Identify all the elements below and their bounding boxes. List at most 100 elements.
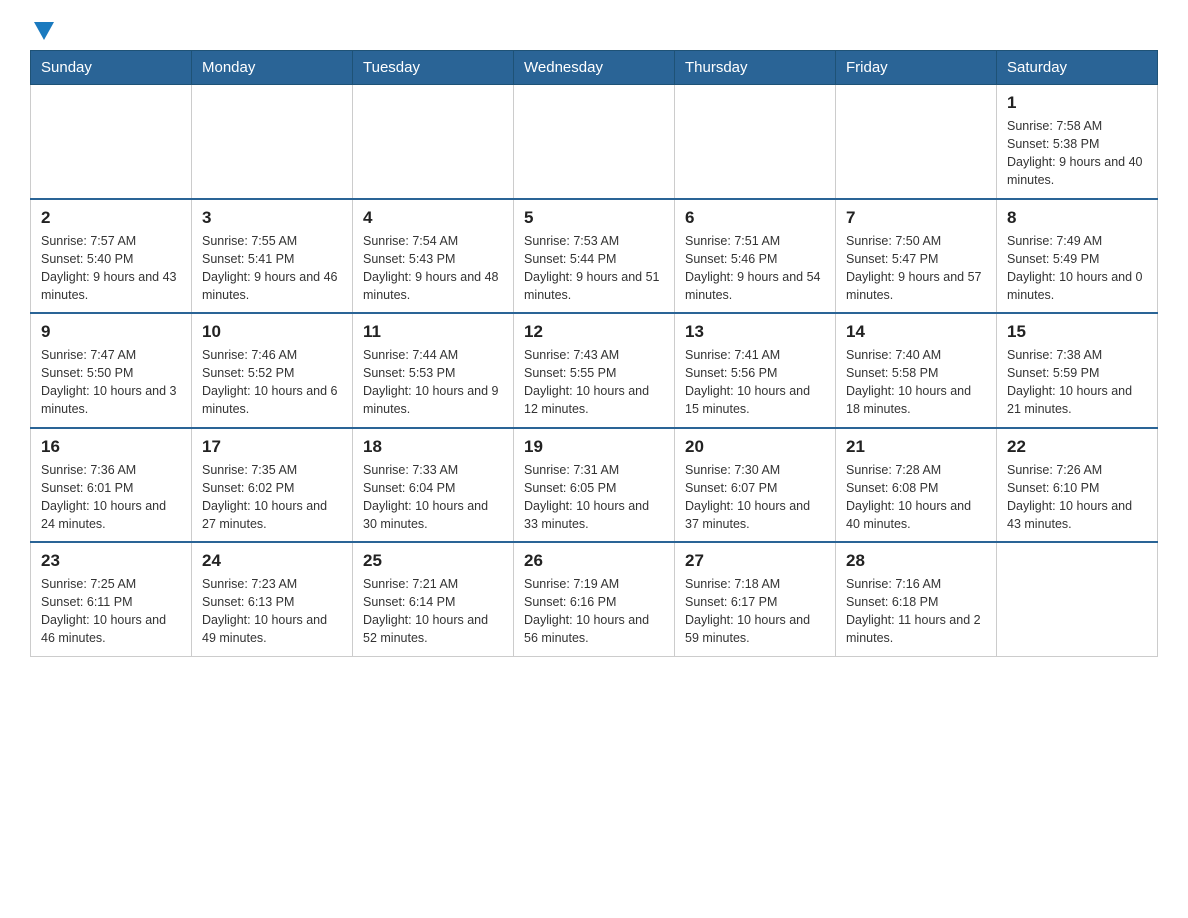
calendar-body: 1Sunrise: 7:58 AM Sunset: 5:38 PM Daylig… — [31, 85, 1158, 657]
calendar-day-cell — [353, 85, 514, 199]
calendar-day-cell: 20 Sunrise: 7:30 AM Sunset: 6:07 PM Dayli… — [675, 428, 836, 543]
day-number: 26 — [524, 551, 664, 571]
calendar-day-cell: 14Sunrise: 7:40 AM Sunset: 5:58 PM Dayli… — [836, 313, 997, 428]
day-info: Sunrise: 7:18 AM Sunset: 6:17 PM Dayligh… — [685, 575, 825, 648]
day-number: 23 — [41, 551, 181, 571]
day-info: Sunrise: 7:47 AM Sunset: 5:50 PM Dayligh… — [41, 346, 181, 419]
day-number: 9 — [41, 322, 181, 342]
day-number: 5 — [524, 208, 664, 228]
calendar-day-cell: 16 Sunrise: 7:36 AM Sunset: 6:01 PM Dayli… — [31, 428, 192, 543]
calendar-day-cell: 24 Sunrise: 7:23 AM Sunset: 6:13 PM Dayli… — [192, 542, 353, 656]
day-number: 21 — [846, 437, 986, 457]
calendar-day-cell: 5 Sunrise: 7:53 AM Sunset: 5:44 PM Daylig… — [514, 199, 675, 314]
day-info: Sunrise: 7:46 AM Sunset: 5:52 PM Dayligh… — [202, 346, 342, 419]
day-number: 4 — [363, 208, 503, 228]
calendar-week-row: 1Sunrise: 7:58 AM Sunset: 5:38 PM Daylig… — [31, 85, 1158, 199]
days-of-week-row: SundayMondayTuesdayWednesdayThursdayFrid… — [31, 51, 1158, 85]
day-number: 28 — [846, 551, 986, 571]
calendar-header: SundayMondayTuesdayWednesdayThursdayFrid… — [31, 51, 1158, 85]
day-number: 11 — [363, 322, 503, 342]
day-info: Sunrise: 7:21 AM Sunset: 6:14 PM Dayligh… — [363, 575, 503, 648]
day-info: Sunrise: 7:26 AM Sunset: 6:10 PM Dayligh… — [1007, 461, 1147, 534]
day-number: 6 — [685, 208, 825, 228]
day-info: Sunrise: 7:28 AM Sunset: 6:08 PM Dayligh… — [846, 461, 986, 534]
calendar-day-cell: 2 Sunrise: 7:57 AM Sunset: 5:40 PM Daylig… — [31, 199, 192, 314]
calendar-day-cell: 12 Sunrise: 7:43 AM Sunset: 5:55 PM Dayli… — [514, 313, 675, 428]
day-of-week-header: Friday — [836, 51, 997, 85]
day-number: 10 — [202, 322, 342, 342]
calendar-day-cell: 9 Sunrise: 7:47 AM Sunset: 5:50 PM Daylig… — [31, 313, 192, 428]
calendar-day-cell: 19 Sunrise: 7:31 AM Sunset: 6:05 PM Dayli… — [514, 428, 675, 543]
day-number: 15 — [1007, 322, 1147, 342]
calendar-day-cell: 13 Sunrise: 7:41 AM Sunset: 5:56 PM Dayli… — [675, 313, 836, 428]
day-of-week-header: Saturday — [997, 51, 1158, 85]
calendar-day-cell: 3 Sunrise: 7:55 AM Sunset: 5:41 PM Daylig… — [192, 199, 353, 314]
day-info: Sunrise: 7:49 AM Sunset: 5:49 PM Dayligh… — [1007, 232, 1147, 305]
day-info: Sunrise: 7:35 AM Sunset: 6:02 PM Dayligh… — [202, 461, 342, 534]
day-of-week-header: Monday — [192, 51, 353, 85]
day-info: Sunrise: 7:25 AM Sunset: 6:11 PM Dayligh… — [41, 575, 181, 648]
calendar-day-cell: 17 Sunrise: 7:35 AM Sunset: 6:02 PM Dayli… — [192, 428, 353, 543]
calendar-table: SundayMondayTuesdayWednesdayThursdayFrid… — [30, 50, 1158, 657]
day-number: 18 — [363, 437, 503, 457]
day-info: Sunrise: 7:43 AM Sunset: 5:55 PM Dayligh… — [524, 346, 664, 419]
day-info: Sunrise: 7:38 AM Sunset: 5:59 PM Dayligh… — [1007, 346, 1147, 419]
day-info: Sunrise: 7:53 AM Sunset: 5:44 PM Dayligh… — [524, 232, 664, 305]
calendar-day-cell: 10 Sunrise: 7:46 AM Sunset: 5:52 PM Dayli… — [192, 313, 353, 428]
day-of-week-header: Wednesday — [514, 51, 675, 85]
calendar-day-cell — [31, 85, 192, 199]
day-of-week-header: Thursday — [675, 51, 836, 85]
calendar-week-row: 23 Sunrise: 7:25 AM Sunset: 6:11 PM Dayli… — [31, 542, 1158, 656]
day-info: Sunrise: 7:23 AM Sunset: 6:13 PM Dayligh… — [202, 575, 342, 648]
day-number: 27 — [685, 551, 825, 571]
day-info: Sunrise: 7:51 AM Sunset: 5:46 PM Dayligh… — [685, 232, 825, 305]
day-number: 12 — [524, 322, 664, 342]
day-of-week-header: Sunday — [31, 51, 192, 85]
logo — [30, 20, 54, 40]
day-info: Sunrise: 7:31 AM Sunset: 6:05 PM Dayligh… — [524, 461, 664, 534]
day-info: Sunrise: 7:36 AM Sunset: 6:01 PM Dayligh… — [41, 461, 181, 534]
calendar-day-cell: 23 Sunrise: 7:25 AM Sunset: 6:11 PM Dayli… — [31, 542, 192, 656]
calendar-day-cell: 1Sunrise: 7:58 AM Sunset: 5:38 PM Daylig… — [997, 85, 1158, 199]
day-number: 25 — [363, 551, 503, 571]
calendar-day-cell: 27 Sunrise: 7:18 AM Sunset: 6:17 PM Dayli… — [675, 542, 836, 656]
day-info: Sunrise: 7:44 AM Sunset: 5:53 PM Dayligh… — [363, 346, 503, 419]
day-of-week-header: Tuesday — [353, 51, 514, 85]
logo-triangle-icon — [34, 22, 54, 40]
day-info: Sunrise: 7:41 AM Sunset: 5:56 PM Dayligh… — [685, 346, 825, 419]
day-number: 2 — [41, 208, 181, 228]
day-number: 17 — [202, 437, 342, 457]
calendar-day-cell: 15 Sunrise: 7:38 AM Sunset: 5:59 PM Dayli… — [997, 313, 1158, 428]
calendar-day-cell: 7Sunrise: 7:50 AM Sunset: 5:47 PM Daylig… — [836, 199, 997, 314]
calendar-day-cell — [836, 85, 997, 199]
day-info: Sunrise: 7:19 AM Sunset: 6:16 PM Dayligh… — [524, 575, 664, 648]
day-number: 3 — [202, 208, 342, 228]
calendar-day-cell: 6 Sunrise: 7:51 AM Sunset: 5:46 PM Daylig… — [675, 199, 836, 314]
calendar-day-cell: 18Sunrise: 7:33 AM Sunset: 6:04 PM Dayli… — [353, 428, 514, 543]
calendar-day-cell — [997, 542, 1158, 656]
day-info: Sunrise: 7:16 AM Sunset: 6:18 PM Dayligh… — [846, 575, 986, 648]
day-info: Sunrise: 7:40 AM Sunset: 5:58 PM Dayligh… — [846, 346, 986, 419]
calendar-day-cell: 4 Sunrise: 7:54 AM Sunset: 5:43 PM Daylig… — [353, 199, 514, 314]
calendar-day-cell: 25 Sunrise: 7:21 AM Sunset: 6:14 PM Dayli… — [353, 542, 514, 656]
calendar-day-cell: 8Sunrise: 7:49 AM Sunset: 5:49 PM Daylig… — [997, 199, 1158, 314]
calendar-day-cell: 21 Sunrise: 7:28 AM Sunset: 6:08 PM Dayli… — [836, 428, 997, 543]
day-info: Sunrise: 7:57 AM Sunset: 5:40 PM Dayligh… — [41, 232, 181, 305]
day-number: 19 — [524, 437, 664, 457]
calendar-day-cell: 22Sunrise: 7:26 AM Sunset: 6:10 PM Dayli… — [997, 428, 1158, 543]
calendar-day-cell: 26 Sunrise: 7:19 AM Sunset: 6:16 PM Dayli… — [514, 542, 675, 656]
day-number: 13 — [685, 322, 825, 342]
day-number: 20 — [685, 437, 825, 457]
page-header — [30, 20, 1158, 40]
day-info: Sunrise: 7:50 AM Sunset: 5:47 PM Dayligh… — [846, 232, 986, 305]
calendar-week-row: 9 Sunrise: 7:47 AM Sunset: 5:50 PM Daylig… — [31, 313, 1158, 428]
day-info: Sunrise: 7:30 AM Sunset: 6:07 PM Dayligh… — [685, 461, 825, 534]
calendar-week-row: 2 Sunrise: 7:57 AM Sunset: 5:40 PM Daylig… — [31, 199, 1158, 314]
calendar-day-cell — [192, 85, 353, 199]
day-info: Sunrise: 7:55 AM Sunset: 5:41 PM Dayligh… — [202, 232, 342, 305]
day-info: Sunrise: 7:54 AM Sunset: 5:43 PM Dayligh… — [363, 232, 503, 305]
calendar-day-cell — [514, 85, 675, 199]
day-number: 24 — [202, 551, 342, 571]
day-number: 16 — [41, 437, 181, 457]
calendar-day-cell: 28 Sunrise: 7:16 AM Sunset: 6:18 PM Dayli… — [836, 542, 997, 656]
